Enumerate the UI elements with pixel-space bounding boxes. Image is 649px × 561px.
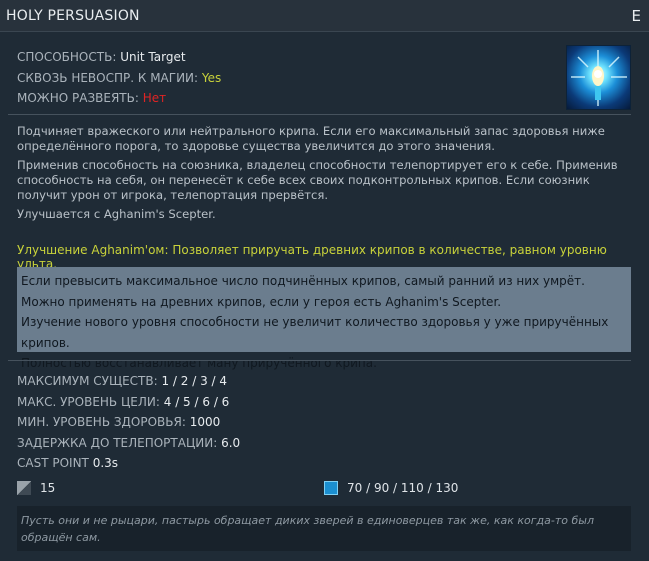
ability-hotkey: E — [631, 6, 641, 25]
property-value: Нет — [142, 91, 167, 105]
divider — [8, 360, 631, 361]
cooldown-icon — [17, 481, 31, 495]
property-value: Unit Target — [120, 50, 186, 64]
note-line: Если превысить максимальное число подчин… — [21, 274, 585, 288]
stat-label: CAST POINT — [17, 456, 89, 470]
stat-min-health: МИН. УРОВЕНЬ ЗДОРОВЬЯ: 1000 — [17, 412, 240, 433]
note-line: Изучение нового уровня способности не ув… — [21, 315, 609, 350]
cooldown-value: 15 — [40, 481, 56, 495]
stat-max-target-level: МАКС. УРОВЕНЬ ЦЕЛИ: 4 / 5 / 6 / 6 — [17, 392, 240, 413]
description-paragraph: Подчиняет вражеского или нейтрального кр… — [17, 124, 605, 153]
stat-label: МАКСИМУМ СУЩЕСТВ: — [17, 374, 158, 388]
stat-value: 6.0 — [221, 435, 241, 450]
divider — [8, 114, 631, 115]
ability-description: Подчиняет вражеского или нейтрального кр… — [17, 124, 621, 226]
property-value: Yes — [201, 70, 222, 85]
stat-cast-point: CAST POINT 0.3s — [17, 453, 240, 474]
ability-notes: Если превысить максимальное число подчин… — [17, 267, 631, 370]
stat-label: ЗАДЕРЖКА ДО ТЕЛЕПОРТАЦИИ: — [17, 435, 218, 450]
lore-text: Пусть они и не рыцари, пастырь обращает … — [17, 506, 631, 551]
ability-name: HOLY PERSUASION — [6, 7, 140, 24]
ability-properties: СПОСОБНОСТЬ: Unit Target СКВОЗЬ НЕВОСПР.… — [17, 47, 221, 109]
ability-tooltip: HOLY PERSUASION E СПОСОБНОСТЬ: Unit Targ… — [0, 0, 649, 561]
property-label: СПОСОБНОСТЬ: — [17, 50, 117, 64]
ability-stats: МАКСИМУМ СУЩЕСТВ: 1 / 2 / 3 / 4 МАКС. УР… — [17, 371, 240, 474]
mana-cost: 70 / 90 / 110 / 130 — [324, 481, 458, 495]
stat-value: 0.3s — [92, 456, 119, 470]
stat-label: МАКС. УРОВЕНЬ ЦЕЛИ: — [17, 394, 160, 409]
stat-teleport-delay: ЗАДЕРЖКА ДО ТЕЛЕПОРТАЦИИ: 6.0 — [17, 433, 240, 454]
tooltip-header: HOLY PERSUASION E — [0, 0, 649, 32]
stat-max-creatures: МАКСИМУМ СУЩЕСТВ: 1 / 2 / 3 / 4 — [17, 371, 240, 392]
stat-value: 1 / 2 / 3 / 4 — [161, 374, 228, 388]
property-dispellable: МОЖНО РАЗВЕЯТЬ: Нет — [17, 88, 221, 109]
holy-persuasion-icon — [566, 45, 631, 110]
property-label: СКВОЗЬ НЕВОСПР. К МАГИИ: — [17, 70, 199, 85]
cooldown-cost: 15 — [17, 481, 55, 495]
stat-value: 4 / 5 / 6 / 6 — [163, 394, 230, 409]
property-label: МОЖНО РАЗВЕЯТЬ: — [17, 91, 139, 105]
description-paragraph: Применив способность на союзника, владел… — [17, 158, 618, 202]
mana-icon — [324, 481, 338, 495]
property-ability-type: СПОСОБНОСТЬ: Unit Target — [17, 47, 221, 68]
mana-value: 70 / 90 / 110 / 130 — [347, 481, 459, 495]
description-paragraph: Улучшается с Aghanim's Scepter. — [17, 207, 216, 221]
note-line: Можно применять на древних крипов, если … — [21, 294, 502, 309]
property-pierces-immunity: СКВОЗЬ НЕВОСПР. К МАГИИ: Yes — [17, 68, 221, 89]
stat-label: МИН. УРОВЕНЬ ЗДОРОВЬЯ: — [17, 415, 186, 429]
stat-value: 1000 — [189, 415, 221, 429]
